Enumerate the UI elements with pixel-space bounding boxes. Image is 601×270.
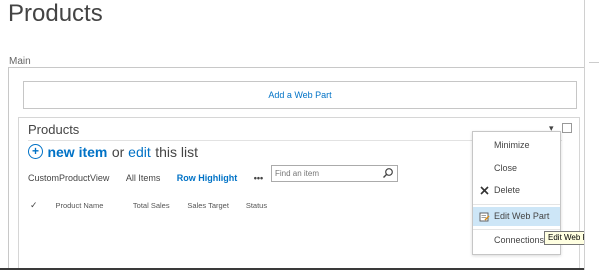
this-list-text: this list xyxy=(155,143,198,160)
plus-circle-icon[interactable]: + xyxy=(28,144,43,160)
menu-item-close[interactable]: Close xyxy=(473,159,560,178)
page-title: Products xyxy=(8,0,103,27)
menu-item-edit-web-part[interactable]: Edit Web Part xyxy=(473,207,560,226)
web-part-select-checkbox[interactable] xyxy=(562,123,572,133)
or-text: or xyxy=(111,143,129,160)
column-header-status[interactable]: Status xyxy=(246,201,267,210)
right-page-rail xyxy=(584,0,601,270)
tab-row-highlight[interactable]: Row Highlight xyxy=(177,173,238,183)
new-item-link[interactable]: new item xyxy=(47,144,107,160)
search-box xyxy=(271,165,398,182)
list-column-headers: ✓ Product Name Total Sales Sales Target … xyxy=(30,195,267,210)
more-views-ellipsis-icon[interactable]: ••• xyxy=(254,173,263,183)
new-item-row: + new item or edit this list xyxy=(28,143,198,161)
zone-label: Main xyxy=(9,56,31,67)
column-header-total-sales[interactable]: Total Sales xyxy=(133,201,183,210)
edit-web-part-icon xyxy=(479,212,490,222)
view-tabs: CustomProductView All Items Row Highligh… xyxy=(28,168,263,183)
tab-customproductview[interactable]: CustomProductView xyxy=(28,173,109,183)
menu-item-minimize[interactable]: Minimize xyxy=(473,136,560,155)
tab-all-items[interactable]: All Items xyxy=(126,173,161,183)
delete-x-icon xyxy=(480,186,489,195)
menu-item-delete[interactable]: Delete xyxy=(473,181,560,200)
search-input[interactable] xyxy=(275,167,375,179)
edit-list-link[interactable]: edit xyxy=(128,144,151,160)
web-part-title[interactable]: Products xyxy=(28,122,79,137)
page: Products Main Add a Web Part Products ▾ … xyxy=(0,0,598,268)
column-header-sales-target[interactable]: Sales Target xyxy=(187,201,241,210)
select-all-checkmark-icon[interactable]: ✓ xyxy=(30,200,51,211)
menu-separator xyxy=(473,229,560,230)
add-web-part-button[interactable]: Add a Web Part xyxy=(23,81,577,109)
search-icon[interactable] xyxy=(382,167,394,179)
rail-divider xyxy=(589,62,599,63)
column-header-product-name[interactable]: Product Name xyxy=(55,201,128,210)
menu-separator xyxy=(473,204,560,205)
